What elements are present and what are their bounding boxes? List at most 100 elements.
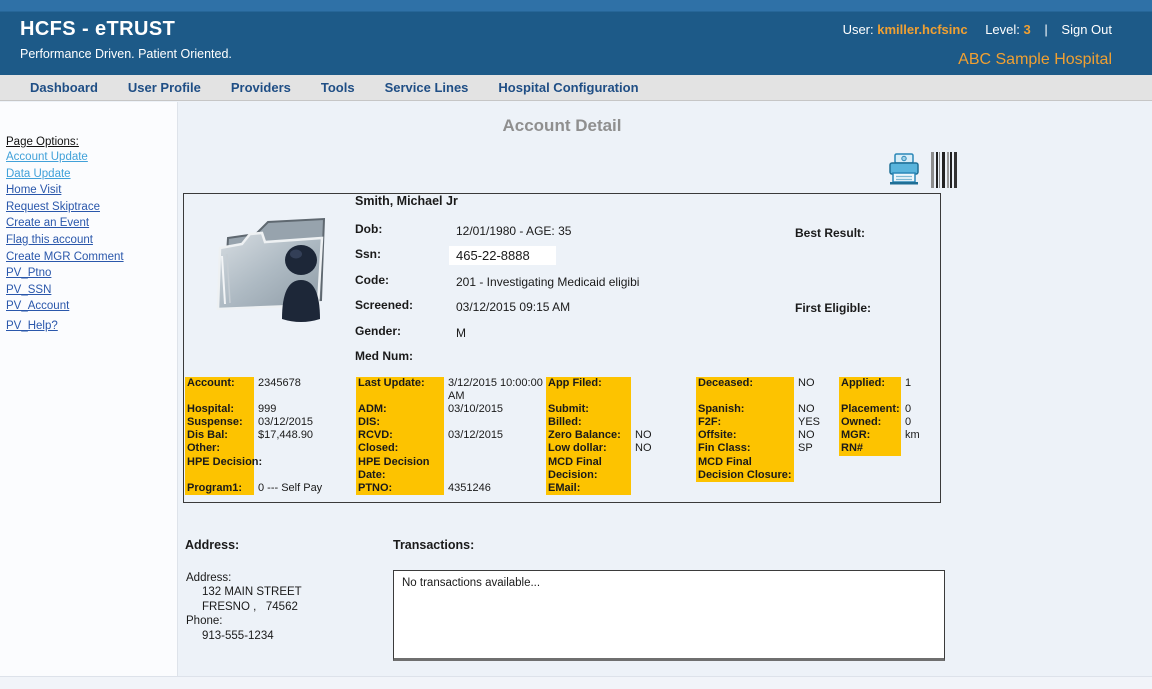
grid-value-program1: 0 --- Self Pay bbox=[258, 482, 349, 495]
app-header: HCFS - eTRUST Performance Driven. Patien… bbox=[0, 0, 1152, 75]
grid-value-dis-bal: $17,448.90 bbox=[258, 429, 349, 442]
grid-label-deceased: Deceased: bbox=[698, 377, 794, 390]
best-result-label: Best Result: bbox=[795, 226, 865, 240]
grid-label-decision-closure: Decision Closure: bbox=[698, 469, 794, 482]
level-value: 3 bbox=[1024, 22, 1031, 37]
assignment-group-values: 100km bbox=[901, 377, 996, 456]
grid-label-other: Other: bbox=[187, 442, 254, 455]
nav-item-tools[interactable]: Tools bbox=[321, 75, 355, 100]
dates-group-values: 3/12/2015 10:00:00AM03/10/201503/12/2015… bbox=[444, 377, 543, 495]
grid-value-rn bbox=[905, 442, 996, 455]
grid-value-ptno: 4351246 bbox=[448, 482, 543, 495]
address-line-913-555-1234: 913-555-1234 bbox=[186, 629, 302, 643]
sidebar-link-pv-help[interactable]: PV_Help? bbox=[6, 320, 177, 332]
patient-field-label-ssn: Ssn: bbox=[355, 247, 456, 261]
grid-label-blank bbox=[358, 390, 444, 403]
account-group-labels: Account:Hospital:Suspense:Dis Bal:Other:… bbox=[185, 377, 254, 495]
account-summary-grid: Account:Hospital:Suspense:Dis Bal:Other:… bbox=[184, 377, 942, 497]
printer-icon[interactable] bbox=[886, 152, 922, 186]
grid-label-mcd-final: MCD Final bbox=[698, 456, 794, 469]
patient-field-label-code: Code: bbox=[355, 273, 456, 287]
hospital-name: ABC Sample Hospital bbox=[958, 51, 1112, 69]
dates-group-labels: Last Update:ADM:DIS:RCVD:Closed:HPE Deci… bbox=[356, 377, 444, 495]
patient-field-screened: Screened:03/12/2015 09:15 AM bbox=[355, 298, 785, 323]
grid-value-blank bbox=[905, 390, 996, 403]
patient-field-value-screened: 03/12/2015 09:15 AM bbox=[456, 300, 570, 314]
sidebar-link-create-mgr-comment[interactable]: Create MGR Comment bbox=[6, 251, 177, 263]
footer-strip bbox=[0, 676, 1152, 689]
grid-label-hpe-decision: HPE Decision bbox=[358, 456, 444, 469]
account-detail-panel: Smith, Michael Jr Dob:12/01/1980 - AGE: … bbox=[183, 193, 941, 503]
sidebar-link-pv-ssn[interactable]: PV_SSN bbox=[6, 284, 177, 296]
grid-label-account: Account: bbox=[187, 377, 254, 390]
patient-name: Smith, Michael Jr bbox=[355, 194, 458, 208]
dates-group: Last Update:ADM:DIS:RCVD:Closed:HPE Deci… bbox=[356, 377, 543, 495]
nav-item-providers[interactable]: Providers bbox=[231, 75, 291, 100]
sidebar-link-request-skiptrace[interactable]: Request Skiptrace bbox=[6, 201, 177, 213]
grid-label-dis: DIS: bbox=[358, 416, 444, 429]
grid-label-blank bbox=[698, 390, 794, 403]
patient-field-value-dob: 12/01/1980 - AGE: 35 bbox=[456, 224, 571, 238]
grid-value-other bbox=[258, 442, 349, 455]
sidebar-link-account-update[interactable]: Account Update bbox=[6, 151, 177, 163]
grid-label-hpe-decision: HPE Decision: bbox=[187, 456, 254, 469]
grid-value-mcd-final bbox=[798, 456, 889, 469]
grid-label-submit: Submit: bbox=[548, 403, 631, 416]
grid-value-closed bbox=[448, 442, 543, 455]
grid-value-date bbox=[448, 469, 543, 482]
nav-item-user-profile[interactable]: User Profile bbox=[128, 75, 201, 100]
grid-value-email bbox=[635, 482, 726, 495]
grid-value-hpe-decision bbox=[448, 456, 543, 469]
grid-value-blank: AM bbox=[448, 390, 543, 403]
grid-label-mcd-final: MCD Final bbox=[548, 456, 631, 469]
grid-value-applied: 1 bbox=[905, 377, 996, 390]
sidebar-link-pv-account[interactable]: PV_Account bbox=[6, 300, 177, 312]
brand-title: HCFS - eTRUST bbox=[20, 18, 175, 41]
sidebar: Page Options: Account UpdateData UpdateH… bbox=[0, 102, 178, 676]
grid-label-f2f: F2F: bbox=[698, 416, 794, 429]
address-line-132-main-street: 132 MAIN STREET bbox=[186, 585, 302, 599]
patient-field-label-gender: Gender: bbox=[355, 324, 456, 338]
user-value: kmiller.hcfsinc bbox=[877, 22, 967, 37]
nav-item-dashboard[interactable]: Dashboard bbox=[30, 75, 98, 100]
grid-label-hospital: Hospital: bbox=[187, 403, 254, 416]
sidebar-link-data-update[interactable]: Data Update bbox=[6, 168, 177, 180]
grid-label-owned: Owned: bbox=[841, 416, 901, 429]
grid-label-applied: Applied: bbox=[841, 377, 901, 390]
grid-value-account: 2345678 bbox=[258, 377, 349, 390]
address-block: Address:132 MAIN STREETFRESNO , 74562Pho… bbox=[186, 571, 302, 643]
grid-label-billed: Billed: bbox=[548, 416, 631, 429]
grid-label-email: EMail: bbox=[548, 482, 631, 495]
sidebar-link-create-an-event[interactable]: Create an Event bbox=[6, 217, 177, 229]
grid-label-blank bbox=[187, 469, 254, 482]
separator: | bbox=[1044, 22, 1047, 37]
patient-field-label-med-num: Med Num: bbox=[355, 349, 456, 363]
sidebar-link-pv-ptno[interactable]: PV_Ptno bbox=[6, 267, 177, 279]
grid-label-offsite: Offsite: bbox=[698, 429, 794, 442]
patient-field-label-dob: Dob: bbox=[355, 222, 456, 236]
grid-value-blank bbox=[258, 469, 349, 482]
brand-tagline: Performance Driven. Patient Oriented. bbox=[20, 47, 232, 61]
grid-value-placement: 0 bbox=[905, 403, 996, 416]
transactions-heading: Transactions: bbox=[393, 538, 474, 552]
grid-label-placement: Placement: bbox=[841, 403, 901, 416]
grid-label-low-dollar: Low dollar: bbox=[548, 442, 631, 455]
barcode-icon[interactable] bbox=[931, 152, 957, 188]
sidebar-link-home-visit[interactable]: Home Visit bbox=[6, 184, 177, 196]
grid-value-mgr: km bbox=[905, 429, 996, 442]
sign-out-link[interactable]: Sign Out bbox=[1061, 22, 1112, 37]
grid-label-suspense: Suspense: bbox=[187, 416, 254, 429]
nav-item-hospital-configuration[interactable]: Hospital Configuration bbox=[498, 75, 638, 100]
grid-value-decision-closure bbox=[798, 469, 889, 482]
grid-label-app-filed: App Filed: bbox=[548, 377, 631, 390]
action-icons bbox=[886, 152, 957, 188]
sidebar-link-flag-this-account[interactable]: Flag this account bbox=[6, 234, 177, 246]
grid-value-hospital: 999 bbox=[258, 403, 349, 416]
filing-group-labels: App Filed:Submit:Billed:Zero Balance:Low… bbox=[546, 377, 631, 495]
grid-label-adm: ADM: bbox=[358, 403, 444, 416]
patient-field-ssn: Ssn:465-22-8888 bbox=[355, 247, 785, 272]
patient-folder-icon bbox=[204, 204, 336, 324]
grid-label-last-update: Last Update: bbox=[358, 377, 444, 390]
nav-item-service-lines[interactable]: Service Lines bbox=[385, 75, 469, 100]
patient-field-value-code: 201 - Investigating Medicaid eligibi bbox=[456, 275, 639, 289]
